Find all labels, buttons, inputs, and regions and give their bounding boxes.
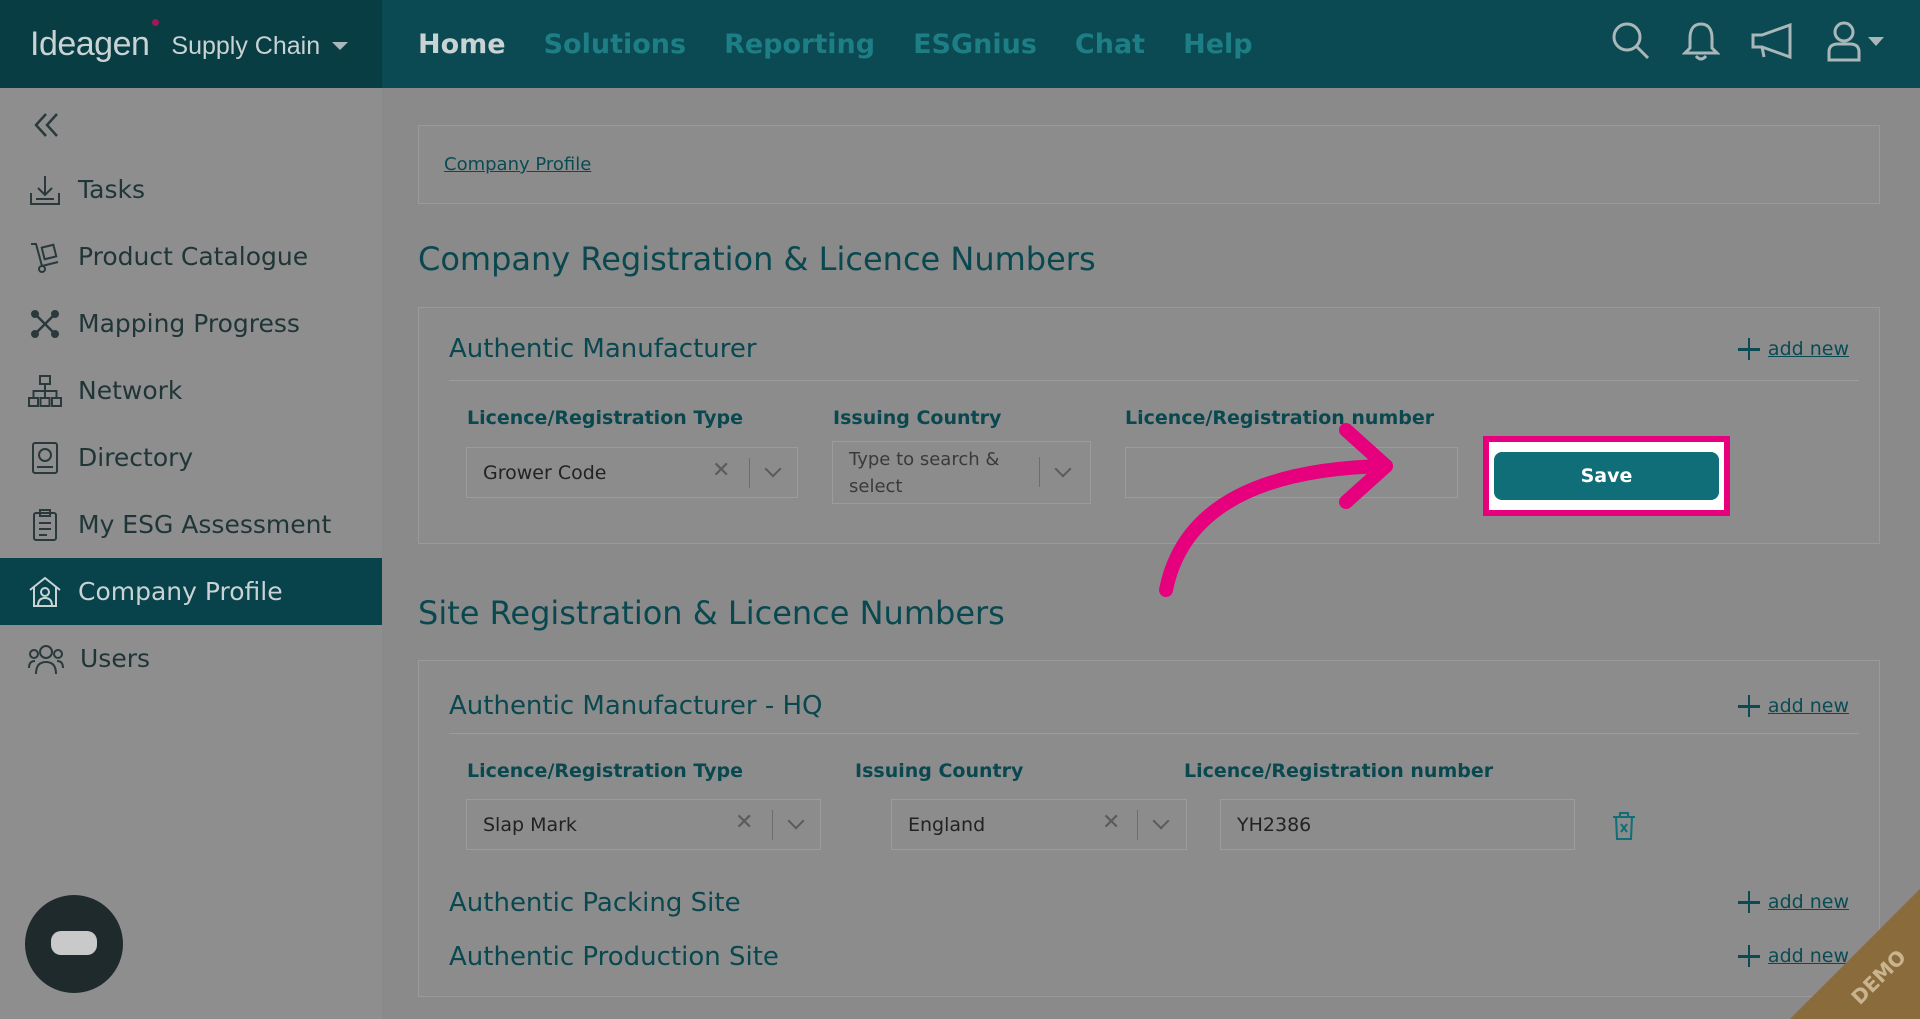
chevron-down-icon[interactable] [787,812,805,830]
licence-type-select[interactable]: Slap Mark ✕ [466,799,821,850]
megaphone-icon[interactable] [1750,21,1796,61]
sidebar-item-my-esg-assessment[interactable]: My ESG Assessment [0,491,382,558]
users-icon [28,644,64,674]
top-navigation-bar: Ideagen Supply Chain Home Solutions Repo… [0,0,1920,88]
directory-book-icon [32,441,58,474]
user-menu[interactable] [1826,20,1884,62]
licence-type-label: Licence/Registration Type [467,760,743,782]
issuing-country-value: England [908,813,986,836]
clear-icon[interactable]: ✕ [1102,810,1120,835]
sidebar-item-company-profile[interactable]: Company Profile [0,558,382,625]
add-new-button[interactable]: add new [1737,695,1849,717]
panel-title: Authentic Manufacturer - HQ [449,691,823,721]
collapse-sidebar-icon[interactable] [32,110,62,140]
sidebar-item-tasks[interactable]: Tasks [0,156,382,223]
pointer-arrow-icon [1159,423,1393,597]
issuing-country-placeholder: Type to search & select [849,448,1000,497]
hand-truck-icon [31,242,59,273]
sub-site-title: Authentic Packing Site [449,888,741,918]
licence-number-input[interactable]: YH2386 [1220,799,1575,850]
add-new-button[interactable]: add new [1737,338,1849,360]
hierarchy-icon [28,374,62,407]
brand-area[interactable]: Ideagen Supply Chain [0,0,382,88]
nav-solutions[interactable]: Solutions [544,29,686,60]
licence-type-select[interactable]: Grower Code ✕ [466,447,798,498]
nav-esgnius[interactable]: ESGnius [913,29,1037,60]
search-icon[interactable] [1610,20,1652,62]
sidebar: Tasks Product Catalogue Mapping Progress… [0,88,382,1019]
issuing-country-select[interactable]: Type to search & select [832,441,1091,504]
network-cross-icon [31,309,59,338]
chevron-down-icon[interactable] [332,42,349,50]
bell-icon[interactable] [1682,20,1720,62]
user-icon [1827,21,1861,62]
nav-chat[interactable]: Chat [1075,29,1145,60]
section-title-site: Site Registration & Licence Numbers [418,594,1005,632]
download-tray-icon [30,175,60,205]
top-icons [1610,20,1884,62]
chevron-down-icon[interactable] [1054,460,1072,478]
clipboard-icon [33,508,57,541]
plus-icon [1737,695,1760,717]
licence-number-value: YH2386 [1237,813,1312,836]
sidebar-item-product-catalogue[interactable]: Product Catalogue [0,223,382,290]
divider [449,380,1859,381]
sidebar-item-label: Users [80,644,151,673]
issuing-country-select[interactable]: England ✕ [891,799,1187,850]
clear-icon[interactable]: ✕ [712,458,730,483]
sidebar-item-label: My ESG Assessment [78,510,332,539]
chevron-down-icon[interactable] [764,460,782,478]
sidebar-item-label: Tasks [78,175,145,204]
demo-watermark: DEMO [1790,889,1920,1019]
sidebar-item-label: Directory [78,443,194,472]
licence-type-value: Grower Code [483,461,607,484]
issuing-country-label: Issuing Country [855,760,1024,782]
sidebar-item-directory[interactable]: Directory [0,424,382,491]
breadcrumb: Company Profile [418,125,1880,204]
sidebar-item-label: Mapping Progress [78,309,300,338]
chevron-down-icon[interactable] [1152,812,1170,830]
licence-type-label: Licence/Registration Type [467,407,743,429]
product-name: Supply Chain [171,31,321,60]
main-nav: Home Solutions Reporting ESGnius Chat He… [418,0,1253,88]
sidebar-item-label: Company Profile [78,577,283,606]
plus-icon [1737,891,1760,913]
nav-reporting[interactable]: Reporting [724,29,875,60]
licence-number-label: Licence/Registration number [1184,760,1494,782]
chat-bubble-icon[interactable] [25,895,123,993]
house-person-icon [29,576,61,607]
page-title: Company Registration & Licence Numbers [418,240,1096,278]
sidebar-item-users[interactable]: Users [0,625,382,692]
chevron-down-icon [1868,36,1884,46]
separator [1137,810,1138,840]
issuing-country-label: Issuing Country [833,407,1002,429]
separator [749,458,750,488]
sidebar-item-network[interactable]: Network [0,357,382,424]
sub-site-title: Authentic Production Site [449,942,779,972]
breadcrumb-company-profile[interactable]: Company Profile [444,154,591,175]
trash-icon[interactable] [1611,811,1637,841]
sidebar-item-mapping-progress[interactable]: Mapping Progress [0,290,382,357]
plus-icon [1737,945,1760,967]
nav-home[interactable]: Home [418,29,506,60]
separator [1039,457,1040,487]
save-button[interactable]: Save [1494,452,1719,500]
ideagen-logo: Ideagen [30,18,160,64]
site-registration-panel: Authentic Manufacturer - HQ add new Lice… [418,660,1880,997]
sidebar-item-label: Product Catalogue [78,242,309,271]
sidebar-item-label: Network [78,376,183,405]
divider [449,733,1859,734]
clear-icon[interactable]: ✕ [735,810,753,835]
licence-type-value: Slap Mark [483,813,577,836]
nav-help[interactable]: Help [1183,29,1253,60]
panel-title: Authentic Manufacturer [449,334,757,364]
separator [772,810,773,840]
plus-icon [1737,338,1760,360]
